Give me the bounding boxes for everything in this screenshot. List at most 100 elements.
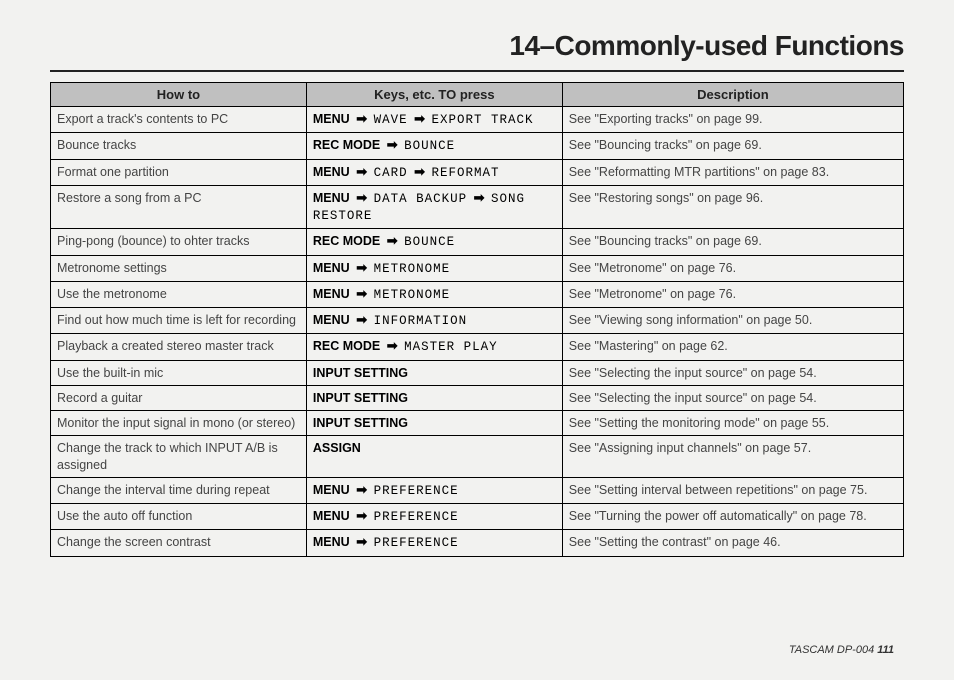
- arrow-icon: ➡: [353, 534, 370, 549]
- cell-description: See "Mastering" on page 62.: [562, 334, 903, 360]
- arrow-icon: ➡: [384, 233, 401, 248]
- key-label-lcd: DATA BACKUP: [374, 192, 468, 206]
- table-row: Playback a created stereo master trackRE…: [51, 334, 904, 360]
- table-row: Find out how much time is left for recor…: [51, 308, 904, 334]
- key-label-bold: MENU: [313, 165, 350, 179]
- cell-how-to: Format one partition: [51, 159, 307, 185]
- cell-keys: ASSIGN: [306, 436, 562, 478]
- cell-how-to: Export a track's contents to PC: [51, 107, 307, 133]
- arrow-icon: ➡: [384, 338, 401, 353]
- cell-description: See "Setting the contrast" on page 46.: [562, 530, 903, 556]
- cell-description: See "Bouncing tracks" on page 69.: [562, 229, 903, 255]
- arrow-icon: ➡: [353, 312, 370, 327]
- table-body: Export a track's contents to PCMENU ➡ WA…: [51, 107, 904, 557]
- cell-keys: INPUT SETTING: [306, 385, 562, 410]
- key-label-bold: MENU: [313, 483, 350, 497]
- key-label-bold: MENU: [313, 509, 350, 523]
- col-header-how: How to: [51, 83, 307, 107]
- cell-description: See "Selecting the input source" on page…: [562, 360, 903, 385]
- cell-description: See "Selecting the input source" on page…: [562, 385, 903, 410]
- cell-how-to: Find out how much time is left for recor…: [51, 308, 307, 334]
- table-row: Record a guitar INPUT SETTING See "Select…: [51, 385, 904, 410]
- key-label-bold: MENU: [313, 287, 350, 301]
- cell-keys: MENU ➡ PREFERENCE: [306, 504, 562, 530]
- table-row: Change the screen contrastMENU ➡ PREFERE…: [51, 530, 904, 556]
- cell-keys: INPUT SETTING: [306, 360, 562, 385]
- arrow-icon: ➡: [411, 111, 428, 126]
- cell-how-to: Playback a created stereo master track: [51, 334, 307, 360]
- key-label-lcd: PREFERENCE: [374, 484, 459, 498]
- key-label-lcd: MASTER PLAY: [404, 340, 498, 354]
- title-rule: [50, 70, 904, 72]
- arrow-icon: ➡: [384, 137, 401, 152]
- cell-keys: MENU ➡ WAVE ➡ EXPORT TRACK: [306, 107, 562, 133]
- arrow-icon: ➡: [353, 164, 370, 179]
- cell-keys: MENU ➡ INFORMATION: [306, 308, 562, 334]
- key-label-bold: MENU: [313, 313, 350, 327]
- key-label-lcd: METRONOME: [374, 262, 451, 276]
- cell-description: See "Restoring songs" on page 96.: [562, 185, 903, 229]
- key-label-bold: REC MODE: [313, 234, 380, 248]
- table-row: Change the track to which INPUT A/B is a…: [51, 436, 904, 478]
- col-header-desc: Description: [562, 83, 903, 107]
- cell-description: See "Setting interval between repetition…: [562, 477, 903, 503]
- key-label-bold: REC MODE: [313, 339, 380, 353]
- cell-description: See "Turning the power off automatically…: [562, 504, 903, 530]
- cell-how-to: Change the screen contrast: [51, 530, 307, 556]
- page-title: 14–Commonly-used Functions: [50, 30, 904, 62]
- table-row: Monitor the input signal in mono (or ste…: [51, 411, 904, 436]
- key-label-bold: INPUT SETTING: [313, 366, 408, 380]
- page-footer: TASCAM DP-004 111: [789, 644, 894, 656]
- arrow-icon: ➡: [353, 111, 370, 126]
- key-label-lcd: EXPORT TRACK: [431, 113, 533, 127]
- arrow-icon: ➡: [353, 190, 370, 205]
- arrow-icon: ➡: [353, 286, 370, 301]
- cell-keys: MENU ➡ PREFERENCE: [306, 477, 562, 503]
- table-row: Bounce tracksREC MODE ➡ BOUNCE See "Boun…: [51, 133, 904, 159]
- footer-page-number: 111: [877, 644, 894, 656]
- arrow-icon: ➡: [353, 508, 370, 523]
- arrow-icon: ➡: [353, 482, 370, 497]
- cell-how-to: Use the metronome: [51, 281, 307, 307]
- cell-keys: MENU ➡ PREFERENCE: [306, 530, 562, 556]
- cell-keys: REC MODE ➡ BOUNCE: [306, 133, 562, 159]
- key-label-bold: INPUT SETTING: [313, 416, 408, 430]
- cell-description: See "Metronome" on page 76.: [562, 281, 903, 307]
- key-label-bold: MENU: [313, 191, 350, 205]
- key-label-lcd: WAVE: [374, 113, 408, 127]
- table-row: Use the auto off functionMENU ➡ PREFEREN…: [51, 504, 904, 530]
- table-header-row: How to Keys, etc. TO press Description: [51, 83, 904, 107]
- cell-keys: MENU ➡ METRONOME: [306, 281, 562, 307]
- key-label-bold: REC MODE: [313, 138, 380, 152]
- cell-how-to: Use the auto off function: [51, 504, 307, 530]
- key-label-bold: MENU: [313, 112, 350, 126]
- table-row: Use the metronomeMENU ➡ METRONOME See "M…: [51, 281, 904, 307]
- table-row: Export a track's contents to PCMENU ➡ WA…: [51, 107, 904, 133]
- table-row: Restore a song from a PCMENU ➡ DATA BACK…: [51, 185, 904, 229]
- cell-description: See "Bouncing tracks" on page 69.: [562, 133, 903, 159]
- page: 14–Commonly-used Functions How to Keys, …: [0, 0, 954, 680]
- col-header-keys: Keys, etc. TO press: [306, 83, 562, 107]
- arrow-icon: ➡: [353, 260, 370, 275]
- cell-keys: REC MODE ➡ BOUNCE: [306, 229, 562, 255]
- key-label-bold: MENU: [313, 261, 350, 275]
- cell-how-to: Ping-pong (bounce) to ohter tracks: [51, 229, 307, 255]
- functions-table: How to Keys, etc. TO press Description E…: [50, 82, 904, 557]
- arrow-icon: ➡: [411, 164, 428, 179]
- table-row: Format one partition MENU ➡ CARD ➡ REFORM…: [51, 159, 904, 185]
- key-label-lcd: REFORMAT: [431, 166, 499, 180]
- key-label-lcd: BOUNCE: [404, 235, 455, 249]
- cell-how-to: Monitor the input signal in mono (or ste…: [51, 411, 307, 436]
- cell-description: See "Exporting tracks" on page 99.: [562, 107, 903, 133]
- key-label-lcd: CARD: [374, 166, 408, 180]
- cell-how-to: Change the interval time during repeat: [51, 477, 307, 503]
- cell-description: See "Reformatting MTR partitions" on pag…: [562, 159, 903, 185]
- key-label-lcd: PREFERENCE: [374, 510, 459, 524]
- key-label-bold: INPUT SETTING: [313, 391, 408, 405]
- key-label-lcd: BOUNCE: [404, 139, 455, 153]
- cell-how-to: Metronome settings: [51, 255, 307, 281]
- cell-how-to: Use the built-in mic: [51, 360, 307, 385]
- cell-keys: REC MODE ➡ MASTER PLAY: [306, 334, 562, 360]
- cell-how-to: Change the track to which INPUT A/B is a…: [51, 436, 307, 478]
- cell-how-to: Record a guitar: [51, 385, 307, 410]
